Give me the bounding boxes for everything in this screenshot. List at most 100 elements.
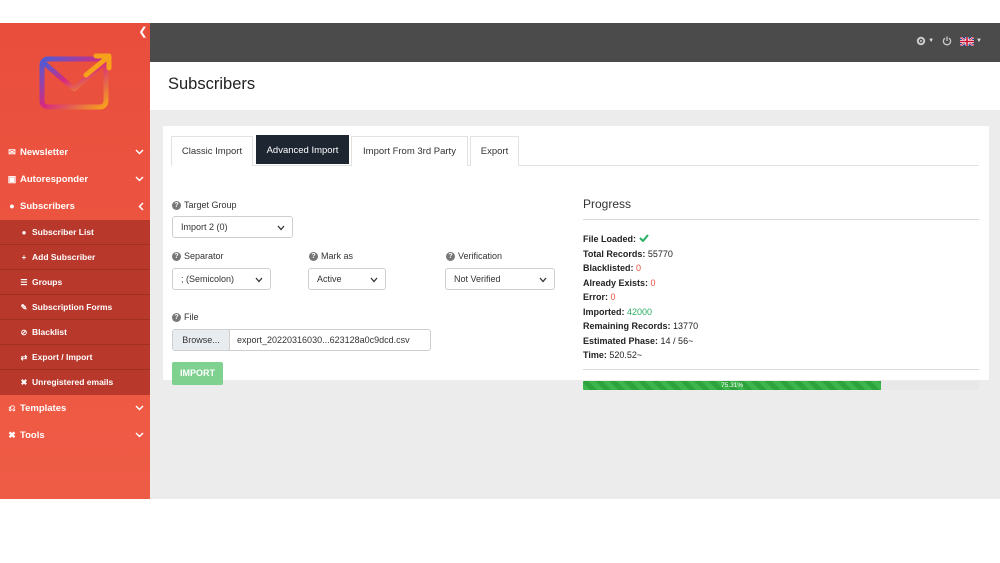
stat-value: 0 [650,277,656,288]
sidebar-item-label: Tools [20,430,45,441]
sidebar-item-label: Newsletter [20,147,69,158]
uk-flag-icon [960,36,975,46]
target-group-select[interactable]: Import 2 (0) [172,216,293,238]
target-group-label: ? Target Group [172,200,237,210]
stat-imported: Imported: 42000 [583,305,698,320]
separator-select[interactable]: ; (Semicolon) [172,268,271,290]
stat-already-exists: Already Exists: 0 [583,276,698,291]
topbar: ▼ ▼ [150,23,1000,62]
divider [583,219,979,220]
chevron-left-icon [138,193,144,220]
language-menu[interactable]: ▼ [960,36,982,46]
sidebar-nav: ✉ Newsletter ▣ Autoresponder ● Subscribe… [0,139,150,449]
stat-value: 520.52~ [609,350,643,360]
ban-icon: ⊘ [20,327,28,337]
stat-value: 0 [636,263,642,273]
chevron-down-icon [539,270,547,290]
progress-title: Progress [583,197,632,211]
import-card: Classic Import Advanced Import Import Fr… [163,126,989,390]
sidebar-item-templates[interactable]: ⎌ Templates [0,395,150,422]
stat-label: Blacklisted: [583,263,634,273]
stat-label: Remaining Records: [583,321,671,331]
stat-remaining: Remaining Records: 13770 [583,319,698,334]
browse-button[interactable]: Browse... [173,330,230,350]
check-icon [638,234,649,243]
stat-label: Already Exists: [583,277,649,288]
sidebar: ❮ ✉ Newsletter ▣ Autoresponder ● Subscri… [0,23,150,499]
edit-icon: ✎ [20,302,28,312]
mark-as-label: ? Mark as [309,251,353,261]
caret-down-icon: ▼ [928,38,935,44]
file-label-text: File [184,312,199,322]
collapse-sidebar-icon[interactable]: ❮ [138,25,148,39]
exchange-icon: ⇄ [20,352,28,362]
sidebar-item-groups[interactable]: ☰ Groups [0,270,150,295]
divider [583,369,979,370]
tab-export[interactable]: Export [470,136,519,166]
file-heading: ? File [172,312,199,322]
mark-as-select[interactable]: Active [308,268,386,290]
question-circle-icon: ? [446,251,455,261]
question-circle-icon: ? [172,312,181,322]
envelope-icon: ✉ [8,147,16,157]
tab-advanced-import[interactable]: Advanced Import [256,135,349,164]
page-header: Subscribers [150,62,1000,110]
paint-roller-icon: ⎌ [8,403,16,413]
users-icon: ● [9,201,15,211]
stat-file-loaded: File Loaded: [583,232,698,247]
plus-icon: + [21,252,27,262]
stat-error: Error: 0 [583,290,698,305]
power-icon[interactable] [942,36,952,46]
import-button[interactable]: IMPORT [172,362,223,385]
stat-value: 42000 [627,306,653,317]
sidebar-item-subscriber-list[interactable]: ● Subscriber List [0,220,150,245]
stat-label: Time: [583,350,607,360]
stat-label: Total Records: [583,248,646,259]
settings-menu[interactable]: ▼ [916,36,934,46]
topbar-tools: ▼ ▼ [916,36,982,46]
verification-label-text: Verification [458,251,503,261]
separator-label: ? Separator [172,251,224,261]
mark-as-label-text: Mark as [321,251,354,261]
sidebar-subitem-label: Blacklist [32,326,67,337]
stat-value: 55770 [647,248,673,259]
stat-label: File Loaded: [583,234,637,244]
verification-label: ? Verification [446,251,502,261]
caret-down-icon: ▼ [976,38,982,44]
sidebar-item-autoresponder[interactable]: ▣ Autoresponder [0,166,150,193]
sidebar-item-subscription-forms[interactable]: ✎ Subscription Forms [0,295,150,320]
sidebar-item-newsletter[interactable]: ✉ Newsletter [0,139,150,166]
tools-icon: ✖ [8,430,16,440]
verification-select[interactable]: Not Verified [445,268,555,290]
file-input[interactable]: Browse... export_20220316030...623128a0c… [172,329,431,351]
sidebar-item-unregistered-emails[interactable]: ✖ Unregistered emails [0,370,150,395]
question-circle-icon: ? [172,200,181,210]
sidebar-item-tools[interactable]: ✖ Tools [0,422,150,449]
mark-as-value: Active [317,274,342,284]
tab-classic-import[interactable]: Classic Import [171,136,253,166]
sidebar-item-subscribers[interactable]: ● Subscribers [0,193,150,220]
stat-phase: Estimated Phase: 14 / 56~ [583,334,698,349]
chevron-down-icon [135,422,144,449]
page-title: Subscribers [168,75,256,93]
chevron-down-icon [135,139,144,166]
sidebar-item-blacklist[interactable]: ⊘ Blacklist [0,320,150,345]
users-icon: ● [21,227,27,237]
sidebar-item-add-subscriber[interactable]: + Add Subscriber [0,245,150,270]
sidebar-subitem-label: Export / Import [32,351,93,362]
sidebar-subitem-label: Unregistered emails [32,377,114,387]
sidebar-item-export-import[interactable]: ⇄ Export / Import [0,345,150,370]
user-times-icon: ✖ [20,378,28,387]
stat-label: Error: [583,292,609,302]
sidebar-item-label: Autoresponder [20,174,89,185]
stat-value: 13770 [673,321,699,331]
app-window: ❮ ✉ Newsletter ▣ Autoresponder ● Subscri… [0,23,1000,499]
stat-total-records: Total Records: 55770 [583,247,698,262]
verification-value: Not Verified [454,274,501,284]
sidebar-subitem-label: Subscription Forms [32,301,113,312]
tab-import-3rd-party[interactable]: Import From 3rd Party [351,136,468,166]
autoresponder-icon: ▣ [7,174,17,184]
question-circle-icon: ? [172,251,181,261]
chevron-down-icon [277,218,285,238]
separator-label-text: Separator [184,251,224,261]
